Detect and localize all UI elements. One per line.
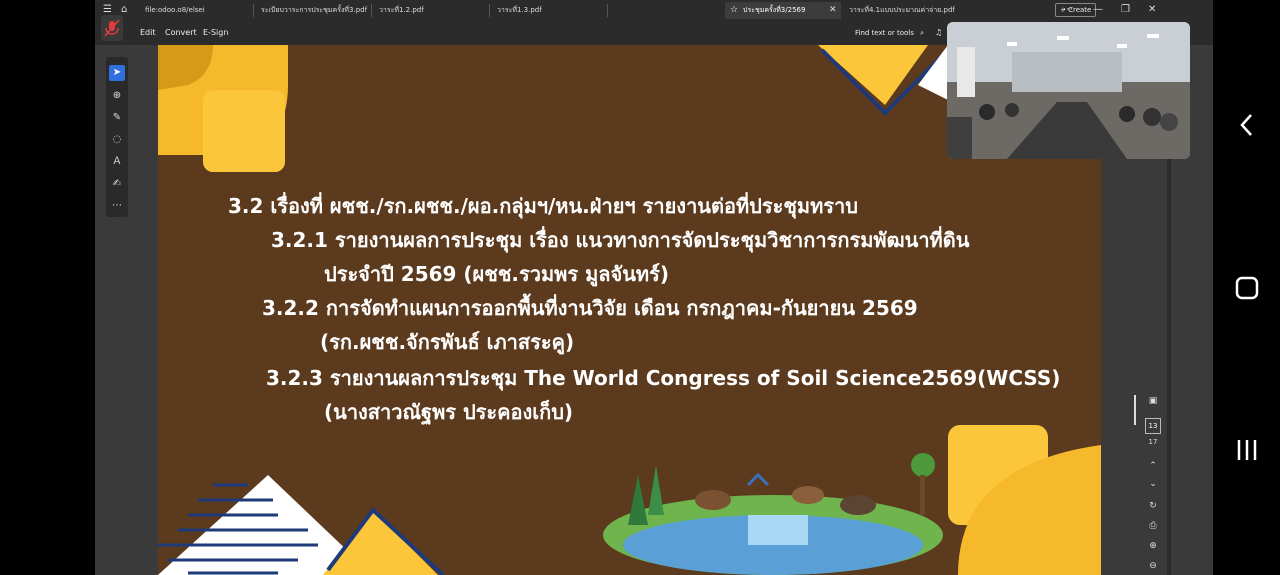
close-tab-icon[interactable]: ✕ [829,2,837,19]
tab-0[interactable]: file:odoo.o8/elsei [141,2,251,19]
page-up-icon[interactable]: ⌃ [1145,458,1161,474]
tool-palette: ➤ ⊕ ✎ ◌ Ａ ✍ ⋯ [106,57,128,217]
zoom-in-icon[interactable]: ⊕ [1145,538,1161,554]
meeting-room-video [947,22,1190,159]
minimize-icon[interactable]: — [1093,2,1103,18]
zoom-out-icon[interactable]: ⊖ [1145,558,1161,574]
refresh-icon[interactable]: ↻ [1145,498,1161,514]
stamp-icon[interactable]: ✍ [109,176,125,192]
lasso-icon[interactable]: ◌ [109,132,125,148]
search-icon: ⌕ [920,29,925,37]
more-icon[interactable]: ⋯ [1063,2,1073,18]
tab-4-active[interactable]: ประชุมครั้งที่3/2569 [725,2,841,19]
android-navigation-bar [1213,0,1280,575]
agenda-item-3-2-3-detail: (นางสาวณัฐพร ประคองเก็บ) [324,400,574,424]
new-tab-button[interactable]: + Create [1055,3,1097,17]
tab-separator [253,4,254,17]
maximize-icon[interactable]: ❐ [1121,2,1130,18]
close-window-icon[interactable]: ✕ [1148,2,1156,18]
agenda-item-3-2-2: 3.2.2 การจัดทำแผนการออกพื้นที่งานวิจัย เ… [262,296,918,320]
current-page-field[interactable]: 13 [1145,418,1161,434]
find-label: Find text or tools [855,29,914,37]
tab-1[interactable]: ระเบียบวาระการประชุมครั้งที่3.pdf [257,2,369,19]
tab-label: ประชุมครั้งที่3/2569 [743,6,806,14]
page-down-icon[interactable]: ⌄ [1145,476,1161,492]
zoom-tool-icon[interactable]: ⊕ [109,88,125,104]
back-chevron-icon[interactable] [1213,112,1280,145]
save-page-icon[interactable]: ⎙ [1145,518,1161,534]
mic-muted-icon[interactable] [101,15,123,41]
tab-3[interactable]: วาระที่1.3.pdf [493,2,605,19]
recents-icon[interactable] [1213,437,1280,467]
agenda-item-3-2-1: 3.2.1 รายงานผลการประชุม เรื่อง แนวทางการ… [271,228,970,252]
tab-separator [489,4,490,17]
more-tools-icon[interactable]: ⋯ [109,198,125,214]
page-thumbnails-icon[interactable]: ▣ [1145,393,1161,409]
scroll-thumb[interactable] [1134,395,1136,425]
menu-convert[interactable]: Convert [165,21,197,45]
menu-edit[interactable]: Edit [140,21,156,45]
tab-2[interactable]: วาระที่1.2.pdf [375,2,487,19]
pen-icon[interactable]: ✎ [109,110,125,126]
agenda-heading: 3.2 เรื่องที่ ผชช./รก.ผชช./ผอ.กลุ่มฯ/หน.… [228,194,858,218]
menu-esign[interactable]: E-Sign [203,21,228,45]
video-conference-overlay[interactable] [947,22,1190,159]
agenda-item-3-2-2-detail: (รก.ผชช.จักรพันธ์ เภาสระคู) [320,330,575,354]
tab-bar: ☰ ⌂ file:odoo.o8/elsei ระเบียบวาระการประ… [95,0,1213,21]
total-pages: 17 [1148,438,1158,446]
home-icon[interactable] [1213,275,1280,305]
agenda-item-3-2-1-detail: ประจำปี 2569 (ผชช.รวมพร มูลจันทร์) [324,262,669,286]
text-select-icon[interactable]: Ａ [109,154,125,170]
tab-separator [607,4,608,17]
find-text-or-tools[interactable]: Find text or tools ⌕ [855,21,924,45]
audio-icon[interactable]: ♫ [935,21,942,45]
select-cursor-icon[interactable]: ➤ [109,65,125,81]
tab-separator [371,4,372,17]
star-icon[interactable]: ☆ [730,2,738,19]
agenda-item-3-2-3: 3.2.3 รายงานผลการประชุม The World Congre… [266,366,1061,390]
tab-5[interactable]: วาระที่4.1แบบประมาณค่าจ่าย.pdf [845,2,955,19]
screen: ☰ ⌂ file:odoo.o8/elsei ระเบียบวาระการประ… [0,0,1280,575]
